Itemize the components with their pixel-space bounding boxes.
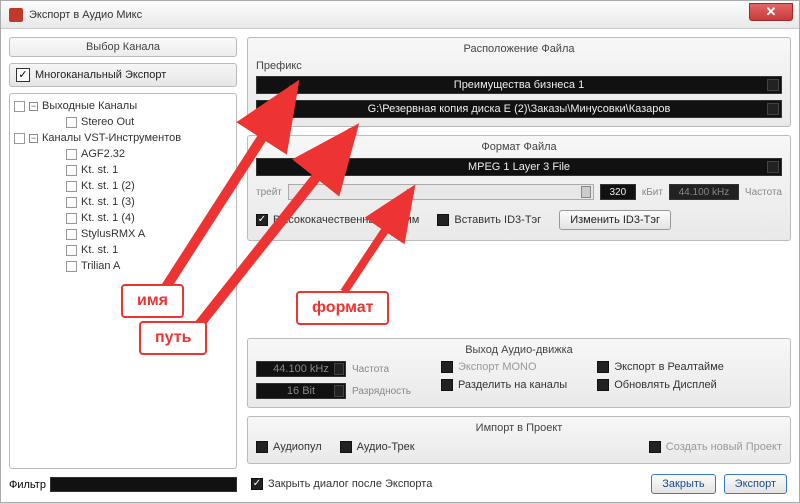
tree-item[interactable]: StylusRMX A bbox=[81, 228, 145, 240]
close-button[interactable]: Закрыть bbox=[651, 474, 715, 494]
newproj-checkbox bbox=[649, 441, 661, 453]
tree-checkbox[interactable] bbox=[66, 149, 77, 160]
file-location-title: Расположение Файла bbox=[256, 43, 782, 55]
tree-item[interactable]: Kt. st. 1 (2) bbox=[81, 180, 135, 192]
closeafter-checkbox[interactable] bbox=[251, 478, 263, 490]
pool-checkbox[interactable] bbox=[256, 441, 268, 453]
format-select[interactable]: MPEG 1 Layer 3 File bbox=[256, 158, 782, 176]
titlebar: Экспорт в Аудио Микс ✕ bbox=[1, 1, 799, 29]
channel-tree[interactable]: −Выходные Каналы Stereo Out −Каналы VST-… bbox=[9, 93, 237, 469]
freq-select[interactable]: 44.100 kHz bbox=[256, 361, 346, 377]
tree-checkbox[interactable] bbox=[66, 181, 77, 192]
filter-row: Фильтр bbox=[9, 475, 237, 494]
tree-checkbox[interactable] bbox=[66, 229, 77, 240]
tree-checkbox[interactable] bbox=[66, 197, 77, 208]
file-format-section: Формат Файла MPEG 1 Layer 3 File трейт 3… bbox=[247, 135, 791, 241]
filter-label: Фильтр bbox=[9, 479, 46, 491]
id3-insert-checkbox[interactable] bbox=[437, 214, 449, 226]
closeafter-option[interactable]: Закрыть диалог после Экспорта bbox=[251, 478, 432, 490]
tree-item[interactable]: Kt. st. 1 bbox=[81, 244, 118, 256]
tree-item[interactable]: Kt. st. 1 (4) bbox=[81, 212, 135, 224]
bitrate-label: трейт bbox=[256, 187, 282, 198]
channel-panel-title: Выбор Канала bbox=[10, 38, 236, 56]
footer: Закрыть диалог после Экспорта Закрыть Эк… bbox=[247, 472, 791, 494]
freq-label: Частота bbox=[745, 187, 782, 198]
tree-item[interactable]: Kt. st. 1 (3) bbox=[81, 196, 135, 208]
realtime-checkbox[interactable] bbox=[597, 361, 609, 373]
tree-checkbox[interactable] bbox=[66, 213, 77, 224]
import-project-section: Импорт в Проект Аудиопул Аудио-Трек Созд… bbox=[247, 416, 791, 464]
engine-freq-label: Частота bbox=[352, 364, 389, 375]
tree-item[interactable]: Trilian A bbox=[81, 260, 120, 272]
dialog-window: Экспорт в Аудио Микс ✕ Выбор Канала Мног… bbox=[0, 0, 800, 503]
tree-item[interactable]: Stereo Out bbox=[81, 116, 134, 128]
mono-checkbox bbox=[441, 361, 453, 373]
track-checkbox[interactable] bbox=[340, 441, 352, 453]
tree-checkbox[interactable] bbox=[66, 165, 77, 176]
bitrate-slider[interactable] bbox=[288, 184, 594, 200]
format-value: MPEG 1 Layer 3 File bbox=[468, 161, 570, 173]
channel-select-panel: Выбор Канала bbox=[9, 37, 237, 57]
engine-depth-label: Разрядность bbox=[352, 386, 411, 397]
slider-thumb[interactable] bbox=[581, 186, 591, 198]
export-button[interactable]: Экспорт bbox=[724, 474, 787, 494]
audio-engine-section: Выход Аудио-движка 44.100 kHz Частота 16 … bbox=[247, 338, 791, 408]
id3-change-button[interactable]: Изменить ID3-Тэг bbox=[559, 210, 671, 230]
collapse-icon[interactable]: − bbox=[29, 102, 38, 111]
tree-checkbox[interactable] bbox=[14, 101, 25, 112]
prefix-value: Преимущества бизнеса 1 bbox=[454, 79, 584, 91]
split-checkbox[interactable] bbox=[441, 379, 453, 391]
split-option[interactable]: Разделить на каналы bbox=[441, 379, 567, 391]
tree-group[interactable]: Каналы VST-Инструментов bbox=[42, 132, 181, 144]
filter-input[interactable] bbox=[50, 477, 237, 492]
path-value: G:\Резервная копия диска E (2)\Заказы\Ми… bbox=[368, 103, 671, 115]
depth-select[interactable]: 16 Bit bbox=[256, 383, 346, 399]
dropdown-icon[interactable] bbox=[334, 363, 344, 375]
realtime-option[interactable]: Экспорт в Реалтайме bbox=[597, 361, 724, 373]
tree-group[interactable]: Выходные Каналы bbox=[42, 100, 137, 112]
file-location-section: Расположение Файла Префикс Преимущества … bbox=[247, 37, 791, 127]
id3-insert-label: Вставить ID3-Тэг bbox=[454, 214, 541, 226]
hq-option[interactable]: Высококачественный Режим bbox=[256, 214, 419, 226]
tree-checkbox[interactable] bbox=[66, 117, 77, 128]
dropdown-icon[interactable] bbox=[334, 385, 344, 397]
tree-checkbox[interactable] bbox=[66, 261, 77, 272]
app-icon bbox=[9, 8, 23, 22]
id3-insert-option[interactable]: Вставить ID3-Тэг bbox=[437, 214, 541, 226]
mono-option: Экспорт MONO bbox=[441, 361, 567, 373]
multichannel-checkbox[interactable] bbox=[16, 68, 30, 82]
prefix-input[interactable]: Преимущества бизнеса 1 bbox=[256, 76, 782, 94]
window-title: Экспорт в Аудио Микс bbox=[29, 9, 142, 21]
tree-item[interactable]: AGF2.32 bbox=[81, 148, 125, 160]
dropdown-icon[interactable] bbox=[767, 79, 779, 91]
hq-checkbox[interactable] bbox=[256, 214, 268, 226]
project-title: Импорт в Проект bbox=[256, 422, 782, 434]
kbit-label: кБит bbox=[642, 187, 663, 198]
dropdown-icon[interactable] bbox=[767, 103, 779, 115]
collapse-icon[interactable]: − bbox=[29, 134, 38, 143]
freq-disabled: 44.100 kHz bbox=[669, 184, 739, 200]
tree-checkbox[interactable] bbox=[14, 133, 25, 144]
path-input[interactable]: G:\Резервная копия диска E (2)\Заказы\Ми… bbox=[256, 100, 782, 118]
dropdown-icon[interactable] bbox=[767, 161, 779, 173]
engine-title: Выход Аудио-движка bbox=[256, 344, 782, 356]
refresh-checkbox[interactable] bbox=[597, 379, 609, 391]
newproj-option: Создать новый Проект bbox=[649, 441, 782, 453]
prefix-label: Префикс bbox=[256, 60, 302, 72]
close-icon[interactable]: ✕ bbox=[749, 3, 793, 21]
pool-option[interactable]: Аудиопул bbox=[256, 441, 322, 453]
multichannel-row[interactable]: Многоканальный Экспорт bbox=[9, 63, 237, 87]
bitrate-value: 320 bbox=[600, 184, 636, 200]
tree-checkbox[interactable] bbox=[66, 245, 77, 256]
refresh-option[interactable]: Обновлять Дисплей bbox=[597, 379, 724, 391]
multichannel-label: Многоканальный Экспорт bbox=[35, 69, 166, 81]
track-option[interactable]: Аудио-Трек bbox=[340, 441, 415, 453]
file-format-title: Формат Файла bbox=[256, 141, 782, 153]
hq-label: Высококачественный Режим bbox=[273, 214, 419, 226]
tree-item[interactable]: Kt. st. 1 bbox=[81, 164, 118, 176]
